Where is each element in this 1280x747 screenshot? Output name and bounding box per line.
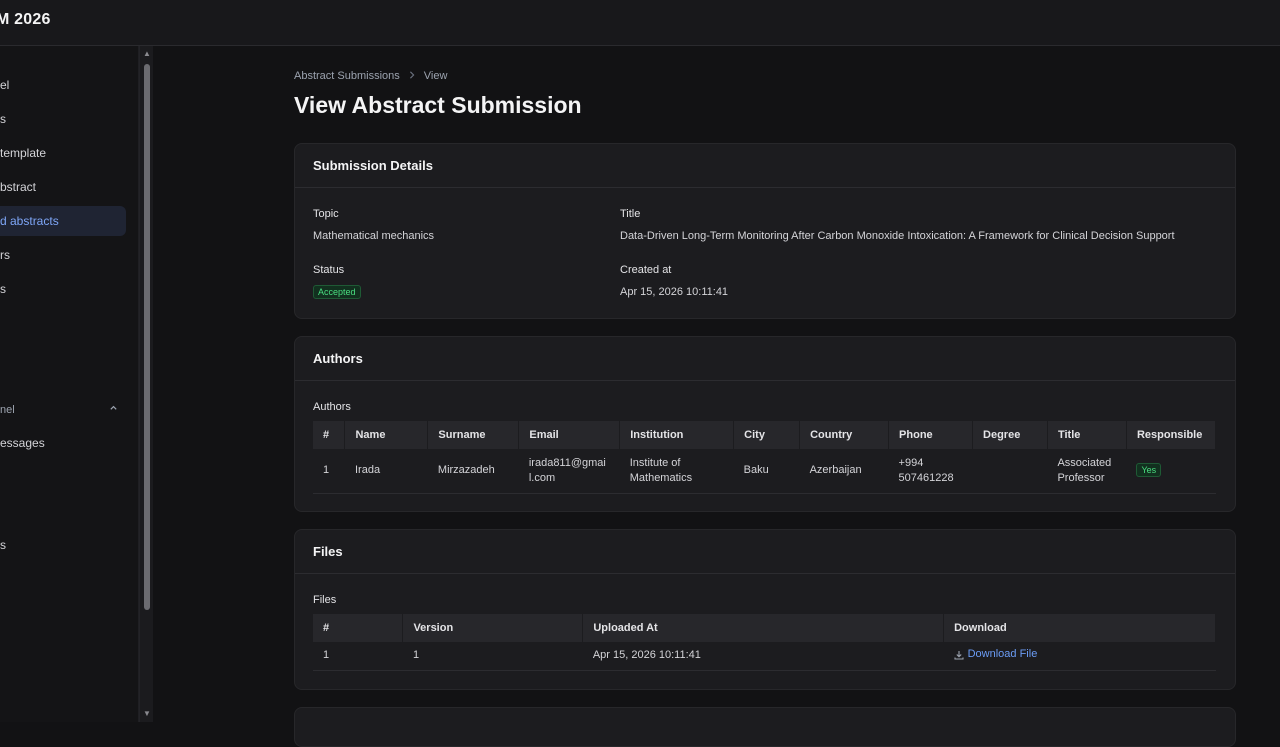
app-brand[interactable]: M 2026 xyxy=(0,11,51,29)
sidebar-item-2[interactable]: template xyxy=(0,138,126,168)
col-num[interactable]: # xyxy=(313,421,346,449)
sidebar-item-0[interactable]: el xyxy=(0,70,126,100)
author-degree xyxy=(973,449,1048,493)
next-card xyxy=(294,707,1236,747)
sidebar-section-item-0[interactable]: essages xyxy=(0,428,126,458)
col-degree[interactable]: Degree xyxy=(972,421,1048,449)
authors-table-header: # Name Surname Email Institution City Co… xyxy=(313,421,1217,449)
col-country[interactable]: Country xyxy=(799,421,890,449)
authors-table: # Name Surname Email Institution City Co… xyxy=(313,421,1217,494)
created-at-label: Created at xyxy=(620,264,672,276)
title-value: Data-Driven Long-Term Monitoring After C… xyxy=(620,230,1175,242)
sidebar: el s template bstract d abstracts rs s n… xyxy=(0,46,139,722)
col-title[interactable]: Title xyxy=(1047,421,1127,449)
breadcrumb-parent[interactable]: Abstract Submissions xyxy=(294,70,400,82)
responsible-badge: Yes xyxy=(1136,463,1162,478)
author-name: Irada xyxy=(354,464,381,477)
col-uploaded-at[interactable]: Uploaded At xyxy=(582,614,945,642)
topic-label: Topic xyxy=(313,208,339,220)
col-num[interactable]: # xyxy=(313,614,404,642)
file-num: 1 xyxy=(323,649,330,662)
submission-details-header: Submission Details xyxy=(295,144,1235,188)
title-label: Title xyxy=(620,208,641,220)
scroll-up-icon[interactable]: ▲ xyxy=(142,50,152,58)
author-responsible: Yes xyxy=(1126,449,1215,493)
page-title: View Abstract Submission xyxy=(294,92,582,118)
scroll-down-icon[interactable]: ▼ xyxy=(142,710,152,718)
sidebar-section-item-1[interactable]: s xyxy=(0,530,126,560)
sidebar-section-label: nel xyxy=(0,404,15,416)
created-at-value: Apr 15, 2026 10:11:41 xyxy=(620,286,729,298)
file-download-cell: Download File xyxy=(944,642,1216,670)
sidebar-item-6[interactable]: s xyxy=(0,274,126,304)
table-row: 1 1 Apr 15, 2026 10:11:41 Download File xyxy=(313,642,1216,670)
breadcrumb: Abstract Submissions View xyxy=(294,70,447,82)
sidebar-scrollbar[interactable]: ▲ ▼ xyxy=(139,46,153,722)
status-label: Status xyxy=(313,264,345,276)
scrollbar-thumb[interactable] xyxy=(144,64,150,610)
topic-value: Mathematical mechanics xyxy=(313,230,435,242)
status-badge: Accepted xyxy=(313,285,361,299)
files-card: Files Files # Version Uploaded At Downlo… xyxy=(294,529,1236,690)
author-surname: Mirzazadeh xyxy=(437,464,495,477)
submission-details-card: Submission Details Topic Mathematical me… xyxy=(294,143,1236,319)
chevron-up-icon[interactable] xyxy=(109,400,118,420)
authors-header: Authors xyxy=(295,337,1235,381)
sidebar-item-1[interactable]: s xyxy=(0,104,126,134)
author-city: Baku xyxy=(743,464,769,477)
author-title: Associated Professor xyxy=(1057,456,1112,484)
col-surname[interactable]: Surname xyxy=(427,421,520,449)
download-icon xyxy=(954,650,964,660)
chevron-right-icon xyxy=(408,70,416,82)
col-phone[interactable]: Phone xyxy=(888,421,974,449)
sidebar-item-active[interactable]: d abstracts xyxy=(0,206,126,236)
table-row: 1 Irada Mirzazadeh irada811@gmail.com In… xyxy=(313,449,1216,493)
author-phone: +994 507461228 xyxy=(898,456,954,484)
file-version: 1 xyxy=(412,649,420,662)
author-institution: Institute of Mathematics xyxy=(629,456,693,484)
files-header: Files xyxy=(295,530,1235,574)
col-name[interactable]: Name xyxy=(344,421,429,449)
col-download[interactable]: Download xyxy=(943,614,1216,642)
author-country: Azerbaijan xyxy=(809,464,862,477)
top-bar: M 2026 xyxy=(0,0,1280,46)
download-file-link[interactable]: Download File xyxy=(954,647,1038,662)
breadcrumb-current: View xyxy=(423,70,448,82)
col-version[interactable]: Version xyxy=(402,614,584,642)
authors-card: Authors Authors # Name Surname Email Ins… xyxy=(294,336,1236,512)
sidebar-item-3[interactable]: bstract xyxy=(0,172,126,202)
files-table: # Version Uploaded At Download 1 1 Apr 1… xyxy=(313,614,1216,671)
files-sublabel: Files xyxy=(313,594,337,606)
files-table-header: # Version Uploaded At Download xyxy=(313,614,1216,642)
col-email[interactable]: Email xyxy=(518,421,621,449)
authors-sublabel: Authors xyxy=(313,401,351,413)
sidebar-section-header[interactable]: nel xyxy=(0,400,126,420)
col-institution[interactable]: Institution xyxy=(619,421,735,449)
file-uploaded-at: Apr 15, 2026 10:11:41 xyxy=(592,649,701,662)
col-responsible[interactable]: Responsible xyxy=(1126,421,1217,449)
download-file-label: Download File xyxy=(967,648,1038,660)
col-city[interactable]: City xyxy=(733,421,801,449)
author-email: irada811@gmail.com xyxy=(528,456,606,484)
author-num: 1 xyxy=(323,464,330,477)
sidebar-item-5[interactable]: rs xyxy=(0,240,126,270)
